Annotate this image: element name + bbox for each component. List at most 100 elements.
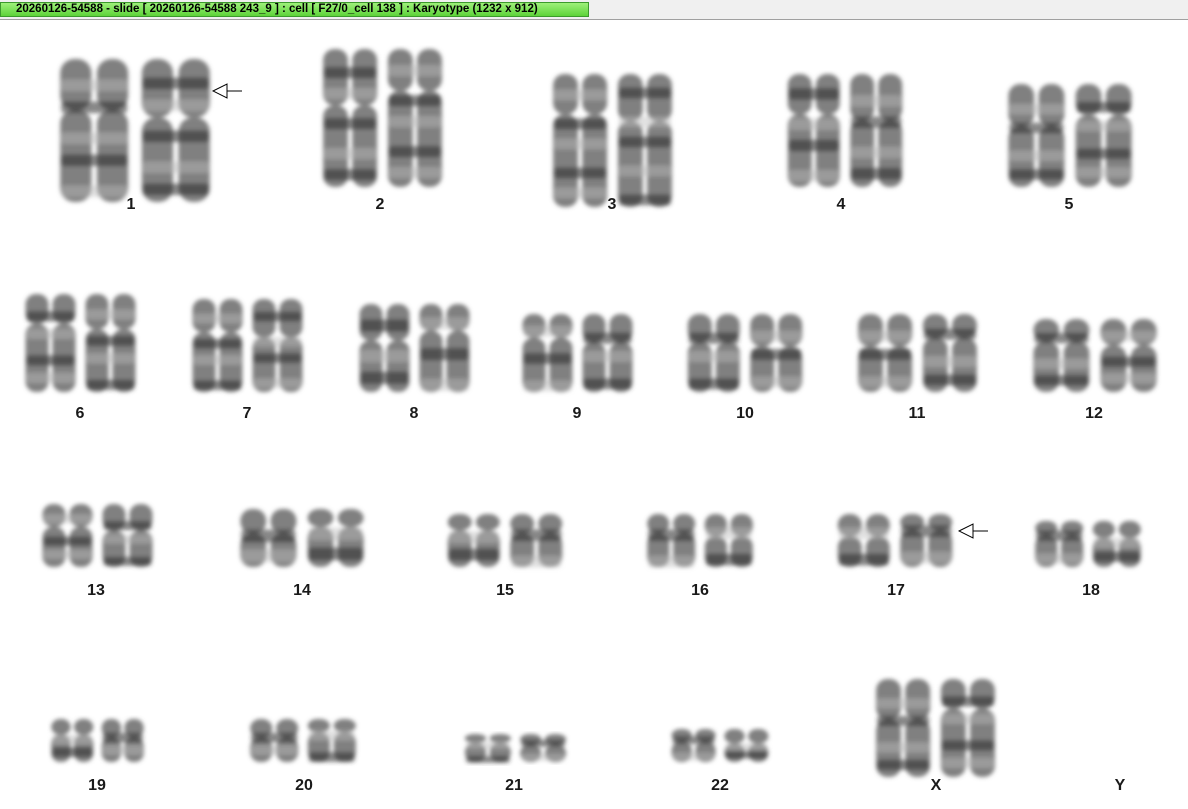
chromosome-homolog-b[interactable] <box>102 504 153 567</box>
chromosome-homolog-a[interactable] <box>522 314 573 392</box>
chromosome-homolog-b[interactable] <box>900 514 953 567</box>
chromosome-homolog-b[interactable] <box>940 679 995 777</box>
chromosome-label-9: 9 <box>572 405 582 422</box>
chromosome-homolog-a[interactable] <box>51 719 94 762</box>
chromosome-homolog-b[interactable] <box>582 314 633 392</box>
chromosome-homolog-a[interactable] <box>464 734 511 763</box>
chromosome-homolog-b[interactable] <box>307 509 364 567</box>
chromosome-homolog-a[interactable] <box>323 49 378 187</box>
chromosome-homolog-b[interactable] <box>704 514 753 567</box>
chromosome-homolog-a[interactable] <box>787 74 840 187</box>
arrow-left-icon <box>958 523 988 539</box>
chromosome-pair-9[interactable] <box>515 310 640 400</box>
chromosome-homolog-b[interactable] <box>141 59 210 202</box>
chromosome-label-20: 20 <box>295 777 313 794</box>
chromosome-homolog-a[interactable] <box>671 729 716 762</box>
chromosome-pair-22[interactable] <box>665 725 775 770</box>
chromosome-label-y: Y <box>1114 777 1126 794</box>
chromosome-homolog-a[interactable] <box>647 514 696 568</box>
chromosome-pair-image <box>25 294 136 392</box>
chromosome-pair-image <box>250 719 356 763</box>
chromosome-label-18: 18 <box>1082 582 1100 599</box>
chromosome-pair-2[interactable] <box>315 45 450 195</box>
chromosome-pair-1[interactable] <box>50 55 220 210</box>
chromosome-pair-7[interactable] <box>185 295 310 400</box>
chromosome-homolog-b[interactable] <box>307 719 356 763</box>
chromosome-label-12: 12 <box>1085 405 1103 422</box>
chromosome-pair-x[interactable] <box>868 675 1003 785</box>
chromosome-pair-11[interactable] <box>850 310 985 400</box>
chromosome-pair-image <box>240 509 364 567</box>
chromosome-homolog-b[interactable] <box>85 294 136 392</box>
chromosome-homolog-b[interactable] <box>850 74 903 187</box>
chromosome-pair-19[interactable] <box>45 715 150 770</box>
chromosome-pair-14[interactable] <box>232 505 372 575</box>
chromosome-label-x: X <box>930 777 942 794</box>
chromosome-pair-image <box>323 49 442 187</box>
chromosome-homolog-b[interactable] <box>1075 84 1132 187</box>
karyotype-board: 1 2 3 4 5 6 7 8 9 10 11 12 13 14 15 16 17 18 19 20 21 22 X Y <box>0 20 1188 809</box>
chromosome-homolog-a[interactable] <box>1033 319 1090 392</box>
chromosome-homolog-a[interactable] <box>1008 84 1065 187</box>
chromosome-homolog-a[interactable] <box>553 74 608 207</box>
chromosome-homolog-b[interactable] <box>419 304 470 392</box>
chromosome-homolog-a[interactable] <box>192 299 243 392</box>
chromosome-pair-13[interactable] <box>35 500 160 575</box>
chromosome-homolog-b[interactable] <box>252 299 303 392</box>
window-titlebar: 20260126-54588 - slide [ 20260126-54588 … <box>0 0 1188 20</box>
chromosome-homolog-a[interactable] <box>60 59 129 202</box>
chromosome-homolog-a[interactable] <box>837 514 890 567</box>
chromosome-homolog-a[interactable] <box>240 509 297 567</box>
chromosome-homolog-a[interactable] <box>447 514 500 567</box>
chromosome-pair-8[interactable] <box>352 300 477 400</box>
chromosome-pair-image <box>687 314 803 392</box>
chromosome-label-6: 6 <box>75 405 85 422</box>
chromosome-pair-4[interactable] <box>780 70 910 195</box>
chromosome-pair-20[interactable] <box>243 715 363 770</box>
chromosome-pair-12[interactable] <box>1025 315 1165 400</box>
chromosome-homolog-a[interactable] <box>687 314 740 392</box>
chromosome-homolog-b[interactable] <box>101 719 144 762</box>
chromosome-homolog-b[interactable] <box>750 314 803 392</box>
chromosome-label-3: 3 <box>607 196 617 213</box>
chromosome-pair-image <box>858 314 977 392</box>
chromosome-pair-image <box>60 59 210 202</box>
chromosome-homolog-a[interactable] <box>858 314 913 392</box>
chromosome-homolog-a[interactable] <box>250 719 299 762</box>
chromosome-label-7: 7 <box>242 405 252 422</box>
chromosome-pair-6[interactable] <box>18 290 143 400</box>
chromosome-homolog-b[interactable] <box>1100 319 1157 392</box>
chromosome-label-17: 17 <box>887 582 905 599</box>
chromosome-pair-image <box>671 729 769 762</box>
chromosome-pair-15[interactable] <box>440 510 570 575</box>
chromosome-pair-21[interactable] <box>458 730 573 770</box>
chromosome-pair-5[interactable] <box>1000 80 1140 195</box>
chromosome-homolog-b[interactable] <box>387 49 442 187</box>
chromosome-pair-image <box>647 514 753 568</box>
chromosome-homolog-b[interactable] <box>617 74 672 207</box>
chromosome-pair-image <box>553 74 672 207</box>
chromosome-homolog-b[interactable] <box>922 314 977 392</box>
chromosome-pair-10[interactable] <box>680 310 810 400</box>
chromosome-homolog-a[interactable] <box>42 504 93 567</box>
chromosome-pair-18[interactable] <box>1028 517 1148 575</box>
chromosome-label-16: 16 <box>691 582 709 599</box>
chromosome-pair-3[interactable] <box>545 70 680 215</box>
chromosome-pair-image <box>464 734 567 763</box>
chromosome-pair-image <box>42 504 153 567</box>
chromosome-homolog-a[interactable] <box>359 304 410 392</box>
chromosome-label-14: 14 <box>293 582 311 599</box>
chromosome-homolog-a[interactable] <box>1035 521 1084 567</box>
chromosome-pair-image <box>876 679 995 777</box>
chromosome-label-8: 8 <box>409 405 419 422</box>
chromosome-pair-image <box>522 314 633 392</box>
chromosome-homolog-a[interactable] <box>876 679 931 777</box>
chromosome-pair-image <box>192 299 303 392</box>
chromosome-homolog-b[interactable] <box>520 734 567 762</box>
chromosome-homolog-a[interactable] <box>25 294 76 392</box>
chromosome-homolog-b[interactable] <box>724 729 769 762</box>
chromosome-pair-17[interactable] <box>830 510 960 575</box>
chromosome-homolog-b[interactable] <box>1092 521 1141 567</box>
chromosome-pair-16[interactable] <box>640 510 760 575</box>
chromosome-homolog-b[interactable] <box>510 514 563 568</box>
